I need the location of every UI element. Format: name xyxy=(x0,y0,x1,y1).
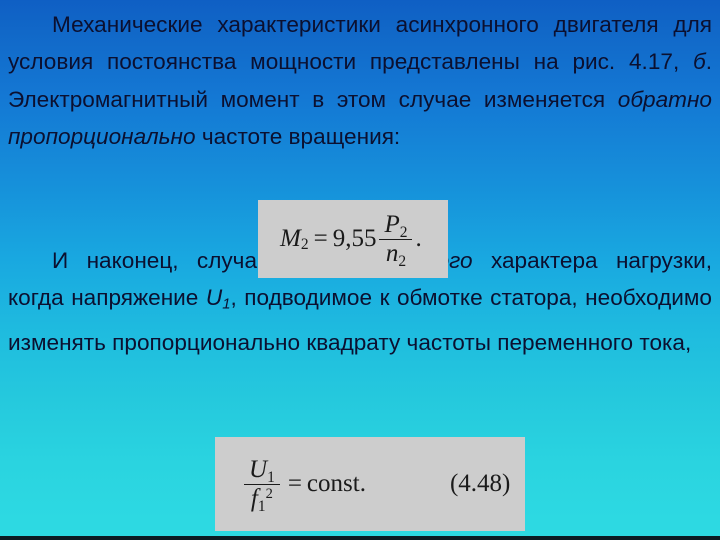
formula-2-numerator: U1 xyxy=(244,455,280,487)
voltage-variable-subscript: 1 xyxy=(222,296,231,313)
formula-1-period: . xyxy=(415,225,422,252)
formula-2-fraction: U1 f12 xyxy=(244,455,280,516)
formula-1-lhs-symbol: M xyxy=(280,225,301,252)
figure-letter: б xyxy=(693,49,706,75)
formula-2-denominator: f12 xyxy=(246,484,278,516)
slide-canvas: Механические характеристики асинхронного… xyxy=(0,0,720,540)
formula-1-fraction: P2 n2 xyxy=(379,210,413,271)
formula-1-numerator: P2 xyxy=(379,210,413,242)
voltage-variable: U xyxy=(205,285,223,311)
formula-2-denominator-symbol: f xyxy=(250,484,258,512)
formula-1-denominator-subscript: 2 xyxy=(398,253,407,271)
formula-1-numerator-symbol: P xyxy=(384,210,400,238)
formula-1-lhs-subscript: 2 xyxy=(300,235,309,253)
formula-image-torque: M2 = 9,55 P2 n2 . xyxy=(258,200,448,278)
formula-2-denominator-exponent: 2 xyxy=(265,485,273,502)
formula-2-rhs: const. xyxy=(306,470,366,497)
formula-1-denominator: n2 xyxy=(381,239,411,271)
formula-2-equals: = xyxy=(287,470,302,497)
formula-2-denominator-subscript: 1 xyxy=(257,498,266,516)
slide-body-text: Механические характеристики асинхронного… xyxy=(8,6,712,367)
paragraph-1-part-1: Механические характеристики асинхронного… xyxy=(8,12,712,75)
formula-2-numerator-symbol: U xyxy=(249,455,268,483)
paragraph-2-part-1: И наконец, случай xyxy=(52,247,288,273)
formula-1-equals: = xyxy=(313,225,328,252)
formula-2-equation-number: (4.48) xyxy=(449,470,511,497)
paragraph-first: Механические характеристики асинхронного… xyxy=(8,6,712,156)
formula-1-denominator-symbol: n xyxy=(385,239,399,267)
formula-1-coefficient: 9,55 xyxy=(332,225,377,252)
formula-1-expression: M2 = 9,55 P2 n2 . xyxy=(280,210,422,271)
formula-2-expression: U1 f12 = const. (4.48) xyxy=(241,455,511,516)
formula-2-spacer xyxy=(8,361,712,367)
paragraph-1-part-3: частоте вращения: xyxy=(195,124,401,150)
formula-image-voltage-frequency: U1 f12 = const. (4.48) xyxy=(215,437,525,531)
formula-1-numerator-subscript: 2 xyxy=(399,224,408,242)
formula-2-numerator-subscript: 1 xyxy=(267,469,275,487)
